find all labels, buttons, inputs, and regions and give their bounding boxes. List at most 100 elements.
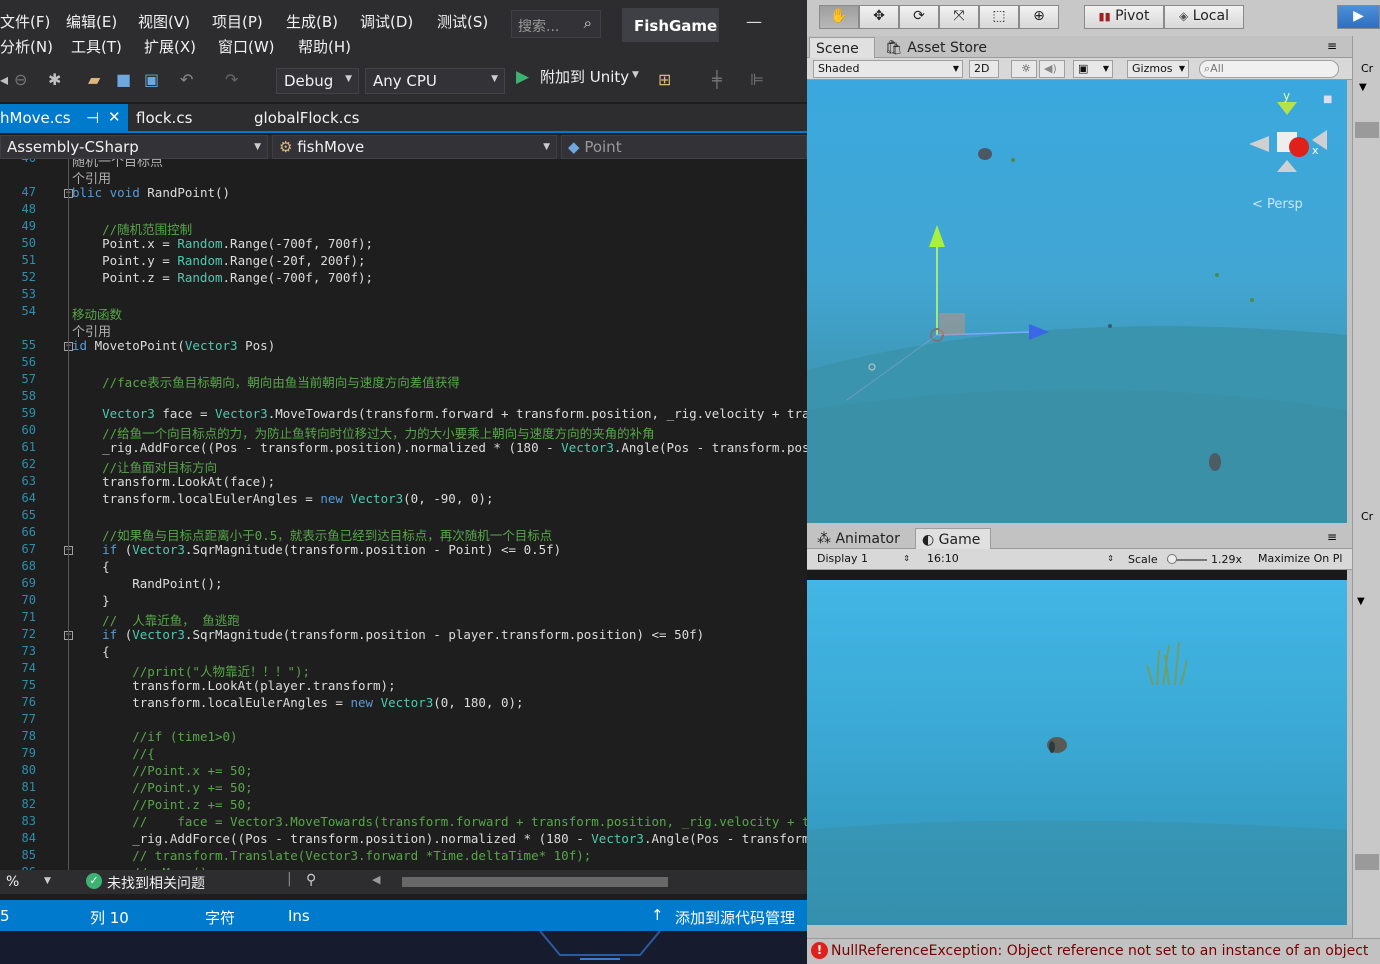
menu-help[interactable]: 帮助(H) — [298, 36, 351, 57]
menu-extensions[interactable]: 扩展(X) — [144, 36, 196, 57]
aspect-dropdown[interactable]: 16:10 ⇕ — [923, 551, 1117, 569]
config-combo[interactable]: Debug ▼ — [276, 68, 359, 94]
code-line[interactable]: if (Vector3.SqrMagnitude(transform.posit… — [72, 542, 561, 557]
display-dropdown[interactable]: Display 1 ⇕ — [813, 551, 913, 569]
code-line[interactable]: transform.LookAt(player.transform); — [72, 678, 395, 693]
source-control-button[interactable]: 添加到源代码管理 — [675, 907, 795, 928]
back-icon[interactable]: ◂ — [0, 70, 8, 89]
code-line[interactable]: //{ — [72, 746, 155, 761]
redo-icon[interactable]: ↷ — [225, 70, 238, 89]
code-line[interactable]: } — [72, 593, 110, 608]
new-project-icon[interactable]: ✱ — [48, 70, 61, 89]
minimize-button[interactable]: — — [746, 12, 762, 31]
code-line[interactable]: { — [72, 559, 110, 574]
menu-analyze[interactable]: 分析(N) — [0, 36, 53, 57]
code-line[interactable]: Point.z = Random.Range(-700f, 700f); — [72, 270, 373, 285]
menu-tools[interactable]: 工具(T) — [71, 36, 122, 57]
code-line[interactable]: Point.x = Random.Range(-700f, 700f); — [72, 236, 373, 251]
menu-test[interactable]: 测试(S) — [437, 11, 488, 32]
scroll-left-icon[interactable]: ◀ — [372, 873, 380, 886]
tab-game[interactable]: ◐ Game — [915, 528, 991, 550]
code-line[interactable]: //if (time1>0) — [72, 729, 237, 744]
orientation-gizmo[interactable]: y x z — [1249, 89, 1327, 172]
rect-tool-button[interactable]: ⬚ — [979, 5, 1019, 29]
menu-project[interactable]: 项目(P) — [212, 11, 263, 32]
code-line[interactable]: // transform.Translate(Vector3.forward *… — [72, 848, 591, 863]
menu-debug[interactable]: 调试(D) — [360, 11, 413, 32]
brush-icon[interactable]: ⚲ — [306, 872, 316, 888]
menu-file[interactable]: 文件(F) — [0, 11, 50, 32]
chevron-down-icon[interactable]: ▼ — [1357, 596, 1365, 607]
transform-tool-button[interactable]: ⊕ — [1019, 5, 1059, 29]
project-dropdown[interactable]: Assembly-CSharp ▼ — [0, 135, 268, 159]
lighting-toggle[interactable]: ☼ — [1011, 60, 1037, 78]
code-editor[interactable]: 46随机一个目标点个引用47blic void RandPoint()−4849… — [0, 159, 807, 870]
scrollbar-thumb[interactable] — [1355, 122, 1379, 138]
issues-status[interactable]: 未找到相关问题 — [107, 873, 205, 893]
code-line[interactable]: //Point.z += 50; — [72, 797, 252, 812]
code-line[interactable]: //Point.y += 50; — [72, 780, 252, 795]
save-all-icon[interactable]: ▣ — [144, 70, 159, 89]
code-line[interactable]: //Point.x += 50; — [72, 763, 252, 778]
scale-tool-button[interactable]: ⤧ — [939, 5, 979, 29]
zoom-level[interactable]: % — [6, 874, 19, 890]
y-arrow[interactable] — [929, 225, 945, 247]
menu-window[interactable]: 窗口(W) — [218, 36, 275, 57]
code-line[interactable]: Vector3 face = Vector3.MoveTowards(trans… — [72, 406, 807, 421]
tab-fishmove[interactable]: hMove.cs ⊣ ✕ — [0, 104, 128, 133]
tab-scene[interactable]: Scene — [809, 37, 875, 59]
member-dropdown[interactable]: ◆ Point — [561, 135, 807, 159]
scene-search-input[interactable]: ⌕All — [1199, 60, 1339, 78]
tab-globalflock[interactable]: globalFlock.cs — [254, 104, 359, 133]
code-line[interactable]: id MovetoPoint(Vector3 Pos) — [72, 338, 275, 353]
pin-icon[interactable]: ⊣ — [86, 109, 99, 127]
move-tool-button[interactable]: ✥ — [859, 5, 899, 29]
code-line[interactable]: if (Vector3.SqrMagnitude(transform.posit… — [72, 627, 704, 642]
align-icon[interactable]: ⊫ — [750, 70, 764, 89]
tab-flock[interactable]: flock.cs — [136, 104, 192, 133]
panel-menu-icon[interactable]: ≡ — [1327, 530, 1337, 544]
code-line[interactable]: _rig.AddForce((Pos - transform.position)… — [72, 831, 807, 846]
2d-toggle[interactable]: 2D — [969, 60, 999, 78]
shading-dropdown[interactable]: Shaded ▼ — [813, 60, 963, 78]
menu-build[interactable]: 生成(B) — [286, 11, 338, 32]
maximize-on-play-toggle[interactable]: Maximize On Pl — [1258, 552, 1348, 565]
forward-icon[interactable]: ⊖ — [14, 70, 27, 89]
scrollbar-thumb[interactable] — [1355, 854, 1379, 870]
menu-view[interactable]: 视图(V) — [138, 11, 190, 32]
code-line[interactable]: transform.localEulerAngles = new Vector3… — [72, 491, 493, 506]
chevron-down-icon[interactable]: ▼ — [1359, 82, 1367, 93]
tab-asset-store[interactable]: 🛍 Asset Store — [879, 37, 987, 59]
hand-tool-button[interactable]: ✋ — [819, 5, 859, 29]
code-line[interactable]: Point.y = Random.Range(-20f, 200f); — [72, 253, 365, 268]
code-line[interactable]: blic void RandPoint() — [72, 185, 230, 200]
search-box[interactable]: 搜索... ⌕ — [511, 10, 601, 38]
breakpoint-icon[interactable]: ╪ — [712, 70, 722, 89]
code-line[interactable]: RandPoint(); — [72, 576, 222, 591]
local-toggle[interactable]: ◈ Local — [1164, 5, 1244, 29]
persp-label[interactable]: < Persp — [1252, 197, 1303, 212]
code-line[interactable]: { — [72, 644, 110, 659]
code-line[interactable]: transform.LookAt(face); — [72, 474, 275, 489]
horizontal-scrollbar[interactable] — [402, 877, 668, 887]
undo-icon[interactable]: ↶ — [180, 70, 193, 89]
pivot-toggle[interactable]: ▮▮ Pivot — [1084, 5, 1164, 29]
menu-edit[interactable]: 编辑(E) — [66, 11, 117, 32]
code-line[interactable]: _rig.AddForce((Pos - transform.position)… — [72, 440, 807, 455]
play-icon[interactable]: ▶ — [516, 67, 529, 87]
panel-menu-icon[interactable]: ≡ — [1327, 39, 1337, 53]
platform-combo[interactable]: Any CPU ▼ — [365, 68, 505, 94]
close-icon[interactable]: ✕ — [108, 108, 121, 126]
code-line[interactable]: // face = Vector3.MoveTowards(transform.… — [72, 814, 807, 829]
code-line[interactable]: transform.localEulerAngles = new Vector3… — [72, 695, 523, 710]
attach-unity-button[interactable]: 附加到 Unity — [540, 66, 629, 87]
browse-icon[interactable]: ⊞ — [658, 70, 671, 89]
gizmos-dropdown[interactable]: Gizmos ▼ — [1127, 60, 1189, 78]
rotate-tool-button[interactable]: ⟳ — [899, 5, 939, 29]
game-view[interactable] — [807, 580, 1347, 925]
tab-animator[interactable]: ⁂ Animator — [811, 528, 900, 550]
audio-toggle[interactable]: ◀) — [1039, 60, 1065, 78]
xz-plane-handle[interactable] — [939, 313, 965, 335]
scale-slider-thumb[interactable] — [1167, 554, 1177, 564]
code-line[interactable]: //face表示鱼目标朝向，朝向由鱼当前朝向与速度方向差值获得 — [72, 372, 460, 391]
